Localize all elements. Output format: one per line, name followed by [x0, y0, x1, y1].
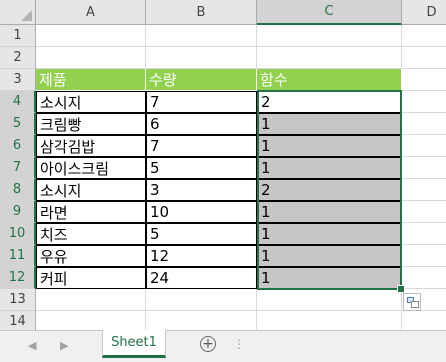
table-data-cell[interactable]: 소시지 — [36, 91, 146, 113]
cell-b2[interactable] — [146, 47, 257, 69]
table-data-cell[interactable]: 3 — [146, 179, 257, 201]
cell-d11[interactable] — [402, 245, 446, 267]
table-data-cell[interactable]: 삼각김밥 — [36, 135, 146, 157]
spreadsheet-grid[interactable]: ABCD 1 2 3 4 5 6 7 8 9 10 11 12 13 14 제품 수량 함수 소시지 7 2 크림빵 6… — [0, 0, 446, 330]
cell-d2[interactable] — [402, 47, 446, 69]
row-header-2[interactable]: 2 — [0, 47, 36, 69]
table-data-cell[interactable]: 12 — [146, 245, 257, 267]
prev-sheet-icon[interactable]: ◀ — [28, 339, 36, 352]
cell-c13[interactable] — [257, 289, 402, 311]
cell-c14[interactable] — [257, 311, 402, 330]
table-data-cell[interactable]: 아이스크림 — [36, 157, 146, 179]
table-data-cell[interactable]: 1 — [257, 245, 402, 267]
row-header-1[interactable]: 1 — [0, 25, 36, 47]
table-data-cell[interactable]: 24 — [146, 267, 257, 289]
row-header-10[interactable]: 10 — [0, 223, 36, 245]
row-header-4[interactable]: 4 — [0, 91, 36, 113]
cell-d14[interactable] — [402, 311, 446, 330]
table-data-cell[interactable]: 1 — [257, 135, 402, 157]
table-data-cell[interactable]: 2 — [257, 179, 402, 201]
cell-d6[interactable] — [402, 135, 446, 157]
table-data-cell[interactable]: 6 — [146, 113, 257, 135]
cell-a13[interactable] — [36, 289, 146, 311]
table-data-cell[interactable]: 1 — [257, 223, 402, 245]
table-data-cell[interactable]: 7 — [146, 91, 257, 113]
tab-split-icon[interactable]: ⋮ — [233, 337, 245, 351]
table-data-cell[interactable]: 크림빵 — [36, 113, 146, 135]
cell-b14[interactable] — [146, 311, 257, 330]
cell-a2[interactable] — [36, 47, 146, 69]
row-header-3[interactable]: 3 — [0, 69, 36, 91]
cell-d1[interactable] — [402, 25, 446, 47]
row-header-6[interactable]: 6 — [0, 135, 36, 157]
cell-d3[interactable] — [402, 69, 446, 91]
row-header-13[interactable]: 13 — [0, 289, 36, 311]
table-data-cell[interactable]: 5 — [146, 223, 257, 245]
cell-d8[interactable] — [402, 179, 446, 201]
column-header-a[interactable]: A — [36, 0, 146, 25]
sheet-tab-sheet1[interactable]: Sheet1 — [102, 330, 166, 358]
table-data-cell[interactable]: 커피 — [36, 267, 146, 289]
quick-analysis-icon[interactable] — [403, 293, 421, 311]
cell-d4[interactable] — [402, 91, 446, 113]
table-data-cell[interactable]: 치즈 — [36, 223, 146, 245]
cell-d7[interactable] — [402, 157, 446, 179]
table-header-cell[interactable]: 제품 — [36, 69, 146, 91]
cell-c2[interactable] — [257, 47, 402, 69]
cell-d9[interactable] — [402, 201, 446, 223]
column-header-d[interactable]: D — [402, 0, 446, 25]
cell-b1[interactable] — [146, 25, 257, 47]
column-header-b[interactable]: B — [146, 0, 257, 25]
table-data-cell[interactable]: 우유 — [36, 245, 146, 267]
column-header-c[interactable]: C — [257, 0, 402, 25]
cell-d10[interactable] — [402, 223, 446, 245]
next-sheet-icon[interactable]: ▶ — [60, 339, 68, 352]
row-header-12[interactable]: 12 — [0, 267, 36, 289]
table-data-cell[interactable]: 1 — [257, 157, 402, 179]
row-header-7[interactable]: 7 — [0, 157, 36, 179]
row-header-8[interactable]: 8 — [0, 179, 36, 201]
table-data-cell[interactable]: 5 — [146, 157, 257, 179]
row-header-9[interactable]: 9 — [0, 201, 36, 223]
cell-a14[interactable] — [36, 311, 146, 330]
table-data-cell[interactable]: 1 — [257, 201, 402, 223]
table-header-cell[interactable]: 함수 — [257, 69, 402, 91]
table-data-cell[interactable]: 10 — [146, 201, 257, 223]
table-data-cell[interactable]: 소시지 — [36, 179, 146, 201]
table-data-cell[interactable]: 1 — [257, 267, 402, 289]
select-all-corner[interactable] — [0, 0, 36, 25]
row-header-11[interactable]: 11 — [0, 245, 36, 267]
table-data-cell[interactable]: 2 — [257, 91, 402, 113]
cell-a1[interactable] — [36, 25, 146, 47]
sheet-tab-bar: ◀ ▶ Sheet1 + ⋮ — [0, 330, 446, 362]
table-data-cell[interactable]: 1 — [257, 113, 402, 135]
cell-d5[interactable] — [402, 113, 446, 135]
table-header-cell[interactable]: 수량 — [146, 69, 257, 91]
row-header-14[interactable]: 14 — [0, 311, 36, 330]
select-all-icon — [21, 10, 32, 21]
cell-b13[interactable] — [146, 289, 257, 311]
table-data-cell[interactable]: 7 — [146, 135, 257, 157]
table-data-cell[interactable]: 라면 — [36, 201, 146, 223]
cell-d12[interactable] — [402, 267, 446, 289]
row-header-5[interactable]: 5 — [0, 113, 36, 135]
add-sheet-icon[interactable]: + — [200, 336, 216, 352]
cell-c1[interactable] — [257, 25, 402, 47]
fill-handle[interactable] — [397, 285, 405, 293]
